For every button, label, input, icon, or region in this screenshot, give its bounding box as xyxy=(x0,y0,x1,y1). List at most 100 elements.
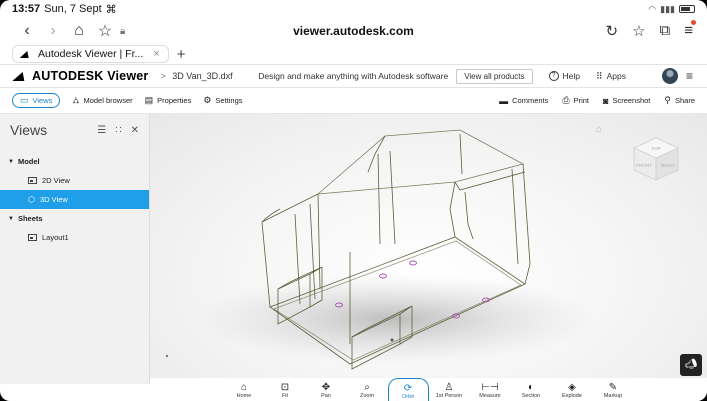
section-icon: ◐ xyxy=(527,382,535,393)
viewcube-top-label: TOP xyxy=(651,146,660,151)
explode-icon: ◈ xyxy=(568,382,576,393)
screenshot-button[interactable]: ◙ Screenshot xyxy=(603,95,650,106)
share-button[interactable]: ⚲ Share xyxy=(664,95,695,106)
sheet-view-icon xyxy=(28,177,37,184)
battery-icon xyxy=(679,5,695,13)
viewcube[interactable]: TOP FRONT RIGHT xyxy=(630,134,682,184)
home-tool[interactable]: ⌂ Home xyxy=(224,378,265,399)
favorites-icon[interactable]: ☆ xyxy=(632,22,645,40)
explode-tool[interactable]: ◈ Explode xyxy=(552,378,593,399)
tree-item-label: 3D View xyxy=(39,195,68,204)
home-view-icon[interactable]: ⌂ xyxy=(596,124,602,135)
tree-group-label: Sheets xyxy=(17,214,43,223)
panel-title: Views xyxy=(10,122,48,138)
pan-icon: ✥ xyxy=(321,382,331,393)
tree-group-model[interactable]: ▼ Model xyxy=(0,152,149,171)
new-tab-button[interactable]: + xyxy=(177,46,186,63)
sheet-view-icon xyxy=(28,234,37,241)
zoom-tool[interactable]: ⌕ Zoom xyxy=(347,378,388,399)
apps-button[interactable]: ⠿ Apps xyxy=(596,71,626,82)
properties-tab[interactable]: ▤ Properties xyxy=(145,95,192,106)
first-person-tool[interactable]: ♙ 1st Person xyxy=(429,378,470,399)
help-button[interactable]: ? Help xyxy=(548,71,581,81)
grid-view-icon[interactable]: ∷ xyxy=(115,125,121,136)
link-icon: ⚲ xyxy=(664,95,671,105)
lock-icon: 🔒︎ xyxy=(120,25,126,37)
tab-strip: Autodesk Viewer | Fr... × + xyxy=(0,44,707,64)
status-bar: 13:57 Sun, 7 Sept ⌘ ◠ ▮▮▮ xyxy=(0,0,707,18)
cube-icon: ⬡ xyxy=(28,195,35,204)
views-tab[interactable]: ▭ Views xyxy=(12,93,61,108)
tool-label: Zoom xyxy=(359,393,375,399)
tabs-icon[interactable]: ⧉ xyxy=(660,22,671,40)
tool-label: Explode xyxy=(562,393,582,399)
back-button[interactable]: ‹ xyxy=(14,22,40,40)
menu-icon[interactable]: ≡ xyxy=(684,20,696,40)
views-label: Views xyxy=(32,96,53,105)
viewer-toolbar-right: ▬ Comments ⎙ Print ◙ Screenshot ⚲ Share xyxy=(485,95,695,106)
browser-tab[interactable]: Autodesk Viewer | Fr... × xyxy=(12,45,169,63)
tree-item-2d-view[interactable]: 2D View xyxy=(0,171,149,190)
browser-toolbar: ‹ › ⌂ ☆ 🔒︎ viewer.autodesk.com ↻ ☆ ⧉ ≡ xyxy=(0,18,707,44)
tab-close-icon[interactable]: × xyxy=(153,48,159,60)
screen: 13:57 Sun, 7 Sept ⌘ ◠ ▮▮▮ ‹ › ⌂ ☆ 🔒︎ vie… xyxy=(0,0,707,401)
forward-button[interactable]: › xyxy=(40,22,66,40)
bookmark-star-button[interactable]: ☆ xyxy=(92,21,118,41)
view-all-products-button[interactable]: View all products xyxy=(456,68,533,84)
fit-tool[interactable]: ⊡ Fit xyxy=(265,378,306,399)
orbit-tool[interactable]: ⟳ Orbit xyxy=(387,378,429,401)
status-indicator: ⌘ xyxy=(105,3,117,16)
viewcube-front-label: FRONT xyxy=(636,163,652,168)
hamburger-menu-icon[interactable]: ≡ xyxy=(686,69,693,83)
status-right: ◠ ▮▮▮ xyxy=(648,4,695,15)
tree-item-label: 2D View xyxy=(42,176,70,185)
help-label: Help xyxy=(562,71,581,81)
section-tool[interactable]: ◐ Section xyxy=(511,378,552,399)
markup-tool[interactable]: ✎ Markup xyxy=(593,378,634,399)
avatar[interactable] xyxy=(661,68,678,84)
print-button[interactable]: ⎙ Print xyxy=(562,95,589,106)
gear-icon: ⚙ xyxy=(203,95,212,105)
print-label: Print xyxy=(573,96,589,105)
settings-label: Settings xyxy=(215,96,243,105)
printer-icon: ⎙ xyxy=(562,95,570,105)
tree-item-layout1[interactable]: Layout1 xyxy=(0,228,149,247)
model-canvas[interactable]: ⌂ TOP FRONT RIGHT 📣︎ xyxy=(150,114,707,384)
tree-item-label: Layout1 xyxy=(42,233,69,242)
home-icon: ⌂ xyxy=(240,382,248,393)
share-label: Share xyxy=(674,96,695,105)
tool-label: Section xyxy=(521,393,541,399)
model-browser-tab[interactable]: ⛼ Model browser xyxy=(72,95,132,107)
tagline: Design and make anything with Autodesk s… xyxy=(258,71,449,81)
comments-button[interactable]: ▬ Comments xyxy=(499,95,548,106)
markup-icon: ✎ xyxy=(608,382,618,393)
tool-label: Fit xyxy=(281,393,289,399)
autodesk-logo[interactable]: AUTODESK Viewer xyxy=(12,69,149,83)
notification-dot xyxy=(691,20,696,25)
pan-tool[interactable]: ✥ Pan xyxy=(306,378,347,399)
tree-group-sheets[interactable]: ▼ Sheets xyxy=(0,209,149,228)
wifi-icon: ◠ xyxy=(648,3,657,14)
point-marker xyxy=(165,354,169,358)
app-name: AUTODESK Viewer xyxy=(32,69,149,83)
viewcube-right-label: RIGHT xyxy=(661,163,675,168)
file-name: 3D Van_3D.dxf xyxy=(172,71,233,81)
list-view-icon[interactable]: ☰ xyxy=(97,125,106,136)
properties-label: Properties xyxy=(157,96,192,105)
close-icon[interactable]: ✕ xyxy=(131,125,139,136)
point-marker xyxy=(390,338,394,342)
model-browser-label: Model browser xyxy=(83,96,133,105)
autodesk-favicon-icon xyxy=(19,50,32,58)
tool-label: Measure xyxy=(479,393,501,399)
zoom-icon: ⌕ xyxy=(364,382,370,393)
signal-icon: ▮▮▮ xyxy=(660,3,675,14)
first-person-icon: ♙ xyxy=(444,382,454,393)
status-time: 13:57 xyxy=(12,3,41,15)
measure-tool[interactable]: ⊢⊣ Measure xyxy=(470,378,511,399)
reload-icon[interactable]: ↻ xyxy=(605,22,618,40)
feedback-megaphone-button[interactable]: 📣︎ xyxy=(680,354,702,376)
tree-item-3d-view[interactable]: ⬡ 3D View xyxy=(0,190,149,209)
settings-tab[interactable]: ⚙ Settings xyxy=(203,95,242,106)
status-date: Sun, 7 Sept xyxy=(44,3,102,15)
home-button[interactable]: ⌂ xyxy=(66,22,92,40)
